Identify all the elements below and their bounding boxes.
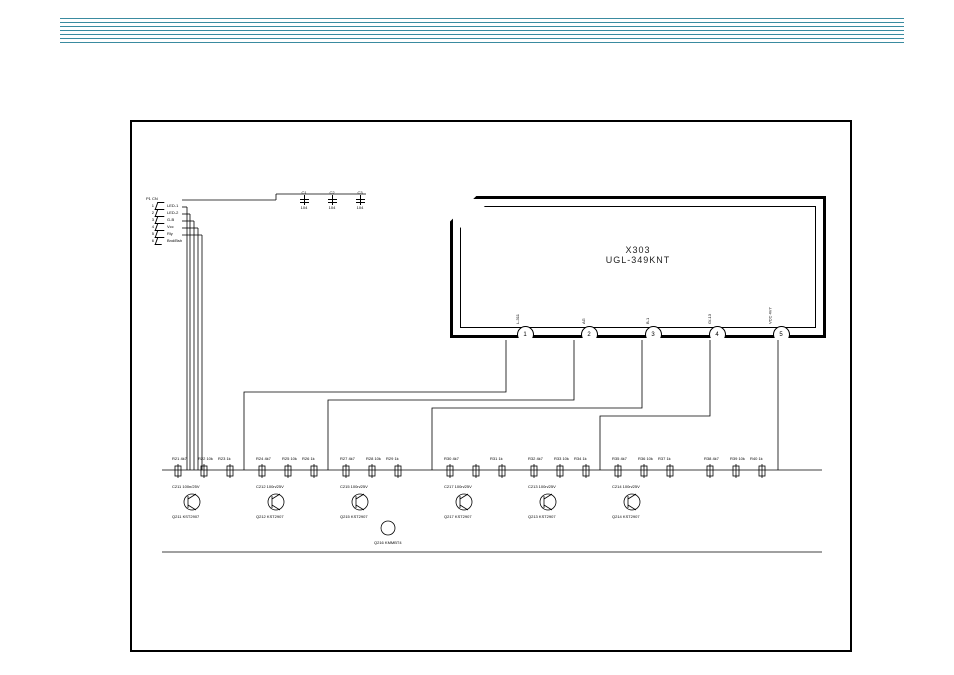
svg-text:Q213 KST2907: Q213 KST2907 [528,514,556,519]
connector-pin: 2LED-2 [142,209,182,216]
transistor-stage: R24 4k7 R25 10k C212 100n/25V Q212 KST29… [254,454,336,554]
capacitor: C2104 [322,190,342,210]
svg-text:Q211 KST2907: Q211 KST2907 [172,514,200,519]
transistor-strip: R21 4k7 R22 10k C211 100n/25V Q211 KST29… [142,454,840,554]
transistor-stage: R35 4k7 R36 10k C214 100n/25V Q214 KST29… [610,454,692,554]
capacitor: C3104 [350,190,370,210]
connector-pin: 3G-B [142,216,182,223]
connector-header: P1 CN [142,196,182,201]
svg-text:C217 100n/25V: C217 100n/25V [444,484,472,489]
transistor-stage: R32 4k7 R33 10k C213 100n/25V Q213 KST29… [526,454,608,554]
connector-pin: 6Bnd/Bsh [142,237,182,244]
svg-text:R26 1k: R26 1k [302,456,315,461]
svg-text:C214 100n/25V: C214 100n/25V [612,484,640,489]
svg-text:R21 4k7: R21 4k7 [172,456,188,461]
module-label: X303 UGL-349KNT [453,245,823,265]
transistor-stage: R30 4k7 C217 100n/25V Q217 KST2907 R31 1… [442,454,524,554]
transistor-stage: R21 4k7 R22 10k C211 100n/25V Q211 KST29… [170,454,252,554]
svg-text:R22 10k: R22 10k [198,456,213,461]
svg-text:R31 1k: R31 1k [490,456,503,461]
svg-text:R27 4k7: R27 4k7 [340,456,356,461]
svg-text:R34 1k: R34 1k [574,456,587,461]
svg-text:R37 1k: R37 1k [658,456,671,461]
svg-text:C213 100n/25V: C213 100n/25V [528,484,556,489]
module-x303: X303 UGL-349KNT 1L-3112AG3B-14G/-135VCC … [450,196,826,338]
page: P1 CN 1LED-12LED-23G-B4Vcc5Rly6Bnd/Bsh C… [0,0,954,675]
svg-text:Q217 KST2907: Q217 KST2907 [444,514,472,519]
connector-block: P1 CN 1LED-12LED-23G-B4Vcc5Rly6Bnd/Bsh [142,196,182,244]
connector-pin: 5Rly [142,230,182,237]
module-part: UGL-349KNT [453,255,823,265]
header-stripes [60,18,904,46]
svg-text:C212 100n/25V: C212 100n/25V [256,484,284,489]
top-caps: C1104 C2104 C3104 [290,190,374,210]
svg-text:R28 10k: R28 10k [366,456,381,461]
svg-text:R32 4k7: R32 4k7 [528,456,544,461]
capacitor: C1104 [294,190,314,210]
schematic-frame: P1 CN 1LED-12LED-23G-B4Vcc5Rly6Bnd/Bsh C… [130,120,852,652]
svg-text:C211 100n/25V: C211 100n/25V [172,484,200,489]
connector-pin: 4Vcc [142,223,182,230]
svg-text:R30 4k7: R30 4k7 [444,456,460,461]
svg-text:R40 1k: R40 1k [750,456,763,461]
module-ref: X303 [453,245,823,255]
transistor-stage: R38 4k7 R39 10k R40 1k [702,454,784,554]
svg-text:R24 4k7: R24 4k7 [256,456,272,461]
svg-text:Q216 KMMBT4: Q216 KMMBT4 [374,540,402,545]
svg-text:R23 1k: R23 1k [218,456,231,461]
svg-text:R33 10k: R33 10k [554,456,569,461]
svg-text:R38 4k7: R38 4k7 [704,456,720,461]
connector-pin: 1LED-1 [142,202,182,209]
svg-text:R35 4k7: R35 4k7 [612,456,628,461]
svg-text:R39 10k: R39 10k [730,456,745,461]
svg-text:Q212 KST2907: Q212 KST2907 [256,514,284,519]
svg-text:R29 1k: R29 1k [386,456,399,461]
svg-text:C215 100n/25V: C215 100n/25V [340,484,368,489]
svg-text:Q214 KST2907: Q214 KST2907 [612,514,640,519]
transistor-stage: R27 4k7 R28 10k C215 100n/25V Q215 KST29… [338,454,420,554]
svg-text:R36 10k: R36 10k [638,456,653,461]
svg-text:R25 10k: R25 10k [282,456,297,461]
svg-text:Q215 KST2907: Q215 KST2907 [340,514,368,519]
